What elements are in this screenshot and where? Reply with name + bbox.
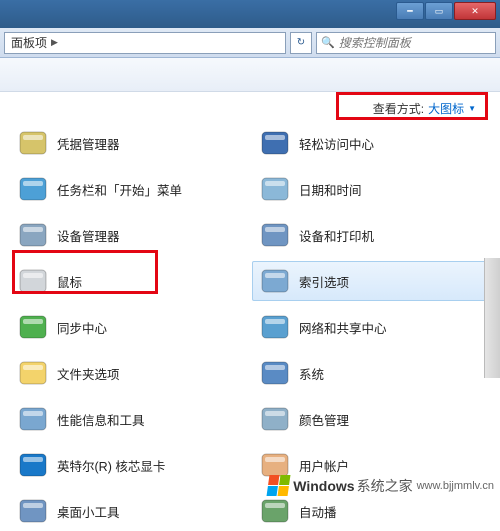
view-mode-label: 查看方式: [373,100,424,117]
cpl-item-desktop-gadgets[interactable]: 桌面小工具 [10,491,248,531]
refresh-button[interactable]: ↻ [290,32,312,54]
cpl-item-network-sharing[interactable]: 网络和共享中心 [252,307,490,347]
watermark-brand: Windows [293,478,354,494]
address-toolbar: 面板项 ▶ ↻ 🔍 [0,28,500,58]
cpl-item-perf-tools[interactable]: 性能信息和工具 [10,399,248,439]
mouse-icon [17,265,49,297]
cpl-item-label: 用户帐户 [299,456,349,475]
breadcrumb-text: 面板项 [11,34,47,51]
search-icon: 🔍 [321,36,335,49]
cpl-item-intel-graphics[interactable]: 英特尔(R) 核芯显卡 [10,445,248,485]
chevron-right-icon: ▶ [51,37,58,48]
cpl-item-sync-center[interactable]: 同步中心 [10,307,248,347]
watermark-url: www.bjjmmlv.cn [417,480,494,492]
cpl-item-indexing-options[interactable]: 索引选项 [252,261,490,301]
cpl-item-label: 设备和打印机 [299,226,374,245]
system-icon [259,357,291,389]
cpl-item-label: 网络和共享中心 [299,318,387,337]
cpl-item-system[interactable]: 系统 [252,353,490,393]
chevron-down-icon: ▼ [468,104,476,113]
cpl-item-label: 凭据管理器 [57,134,120,153]
maximize-button[interactable]: ▭ [425,2,453,20]
taskbar-start-icon [17,173,49,205]
cpl-item-label: 设备管理器 [57,226,120,245]
cpl-item-devices-printers[interactable]: 设备和打印机 [252,215,490,255]
device-manager-icon [17,219,49,251]
cpl-item-label: 同步中心 [57,318,107,337]
cpl-item-label: 系统 [299,364,324,383]
control-panel-grid: 凭据管理器 轻松访问中心任务栏和「开始」菜单 日期和时间设备管理器 设备和打印机鼠标 索… [0,121,500,531]
indexing-options-icon [259,265,291,297]
perf-tools-icon [17,403,49,435]
refresh-icon: ↻ [297,37,305,48]
watermark-tagline: 系统之家 [357,476,413,496]
cpl-item-label: 鼠标 [57,272,82,291]
ease-of-access-icon [259,127,291,159]
color-management-icon [259,403,291,435]
cpl-item-label: 自动播 [299,502,337,521]
cpl-item-label: 索引选项 [299,272,349,291]
cpl-item-label: 轻松访问中心 [299,134,374,153]
scrollbar[interactable] [484,258,500,378]
cpl-item-label: 文件夹选项 [57,364,120,383]
cpl-item-autoplay[interactable]: 自动播 [252,491,490,531]
cpl-item-label: 性能信息和工具 [57,410,145,429]
cpl-item-ease-of-access[interactable]: 轻松访问中心 [252,123,490,163]
cpl-item-folder-options[interactable]: 文件夹选项 [10,353,248,393]
cpl-item-device-manager[interactable]: 设备管理器 [10,215,248,255]
windows-logo-icon [267,475,291,496]
cpl-item-label: 日期和时间 [299,180,362,199]
window-titlebar: ━ ▭ ✕ [0,0,500,28]
cpl-item-color-management[interactable]: 颜色管理 [252,399,490,439]
cpl-item-label: 任务栏和「开始」菜单 [57,180,182,199]
minimize-button[interactable]: ━ [396,2,424,20]
view-mode-selector[interactable]: 查看方式: 大图标 ▼ [373,100,476,117]
view-mode-value[interactable]: 大图标 [428,100,464,117]
devices-printers-icon [259,219,291,251]
cpl-item-label: 颜色管理 [299,410,349,429]
content-header: 查看方式: 大图标 ▼ [0,92,500,121]
cpl-item-mouse[interactable]: 鼠标 [10,261,248,301]
search-box[interactable]: 🔍 [316,32,496,54]
close-button[interactable]: ✕ [454,2,496,20]
cpl-item-label: 桌面小工具 [57,502,120,521]
cpl-item-date-time[interactable]: 日期和时间 [252,169,490,209]
network-sharing-icon [259,311,291,343]
breadcrumb[interactable]: 面板项 ▶ [4,32,286,54]
search-input[interactable] [339,36,491,50]
command-toolbar [0,58,500,92]
intel-graphics-icon [17,449,49,481]
cpl-item-label: 英特尔(R) 核芯显卡 [57,456,165,475]
cpl-item-credential-manager[interactable]: 凭据管理器 [10,123,248,163]
cpl-item-taskbar-start[interactable]: 任务栏和「开始」菜单 [10,169,248,209]
folder-options-icon [17,357,49,389]
watermark: Windows 系统之家 www.bjjmmlv.cn [268,475,494,496]
credential-manager-icon [17,127,49,159]
date-time-icon [259,173,291,205]
sync-center-icon [17,311,49,343]
